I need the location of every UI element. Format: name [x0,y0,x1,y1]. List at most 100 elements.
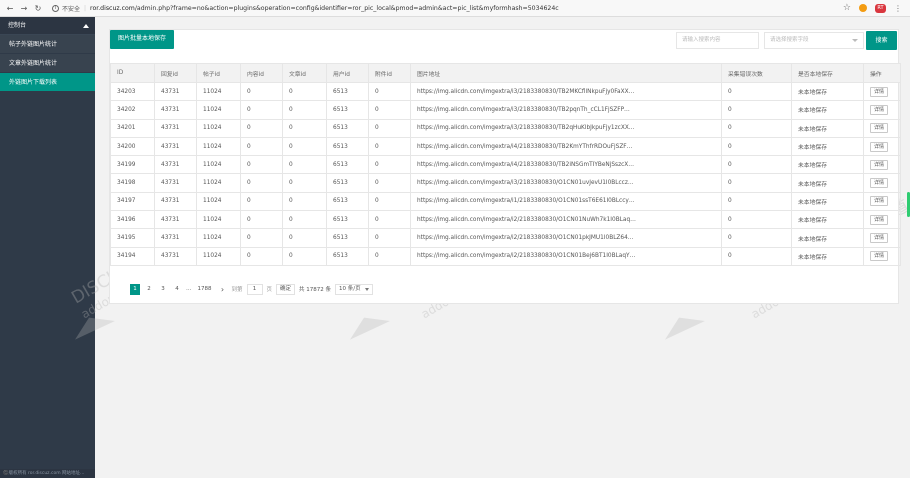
detail-button[interactable]: 详情 [870,196,889,207]
attachment-id-cell: 0 [368,136,411,157]
col-header-thread-id: 帖子id [196,63,241,83]
thread-id-cell: 11024 [196,228,241,248]
image-url-cell: https://img.alicdn.com/imgextra/i4/21833… [410,155,722,175]
attachment-id-cell: 0 [368,118,411,138]
user-id-cell: 6513 [326,173,369,193]
extension-icon[interactable] [859,4,867,12]
detail-button[interactable]: 详情 [870,178,889,189]
image-url-cell: https://img.alicdn.com/imgextra/i2/21833… [410,210,722,230]
goto-page-input[interactable]: 1 [246,283,263,295]
page-button-4[interactable]: 4 [172,284,182,295]
reply-id-cell: 43731 [154,246,197,266]
image-table: ID 回复id 帖子id 内容id 文章id 用户id 附件id 图片地址 采集… [110,63,901,266]
attachment-id-cell: 0 [368,155,411,175]
watermark-logo [659,308,705,340]
search-button[interactable]: 搜索 [866,31,897,50]
sidebar-item-article-images[interactable]: 文章外链图片统计 [0,54,95,73]
reload-icon[interactable]: ↻ [34,4,42,13]
actions-cell: 详情 [863,191,901,212]
reply-id-cell: 43731 [154,191,197,212]
attachment-id-cell: 0 [368,191,411,212]
thread-id-cell: 11024 [196,210,241,230]
error-count-cell: 0 [721,136,792,157]
article-id-cell: 0 [282,136,327,157]
table-header-row: ID 回复id 帖子id 内容id 文章id 用户id 附件id 图片地址 采集… [110,63,901,83]
reply-id-cell: 43731 [154,228,197,248]
id-cell: 34202 [110,100,155,120]
actions-cell: 详情 [863,246,901,266]
error-count-cell: 0 [721,173,792,193]
error-count-cell: 0 [721,155,792,175]
sidebar-item-download-list[interactable]: 外链图片下载列表 [0,73,95,92]
url-host: ror.discuz.com [90,4,135,12]
attachment-id-cell: 0 [368,100,411,120]
detail-button[interactable]: 详情 [870,123,889,134]
page-size-select[interactable]: 10 条/页 [335,283,373,295]
thread-id-cell: 11024 [196,191,241,212]
local-saved-cell: 未本地保存 [791,228,864,248]
user-id-cell: 6513 [326,210,369,230]
goto-confirm-button[interactable]: 确定 [276,283,296,295]
page-button-3[interactable]: 3 [158,284,168,295]
image-url-cell: https://img.alicdn.com/imgextra/i3/21833… [410,100,722,120]
content-id-cell: 0 [240,136,283,157]
address-bar[interactable]: ror.discuz.com/admin.php?frame=no&action… [90,5,559,12]
local-saved-cell: 未本地保存 [791,191,864,212]
forward-arrow-icon[interactable]: → [20,4,28,13]
search-field-select[interactable]: 请选择搜索字段 [764,32,864,49]
table-row: 34197 43731 11024 0 0 6513 0 https://img.alicdn… [110,191,901,212]
id-cell: 34200 [110,136,155,157]
content-id-cell: 0 [240,118,283,138]
detail-button[interactable]: 详情 [870,233,889,244]
back-arrow-icon[interactable]: ← [6,4,14,13]
more-menu-icon[interactable]: ⋮ [894,4,902,13]
content-id-cell: 0 [240,228,283,248]
error-count-cell: 0 [721,210,792,230]
image-url-cell: https://img.alicdn.com/imgextra/i1/21833… [410,191,722,212]
next-page-icon[interactable]: › [218,284,228,295]
table-row: 34195 43731 11024 0 0 6513 0 https://img.alicdn… [110,228,901,248]
thread-id-cell: 11024 [196,81,241,102]
actions-cell: 详情 [863,100,901,120]
sidebar-header[interactable]: 控制台 [0,17,95,35]
table-row: 34198 43731 11024 0 0 6513 0 https://img.alicdn… [110,173,901,193]
browser-toolbar: ← → ↻ i 不安全 | ror.discuz.com/admin.php?fr… [0,0,910,17]
actions-cell: 详情 [863,81,901,102]
page-button-last[interactable]: 1788 [196,284,214,295]
bookmark-star-icon[interactable]: ☆ [843,3,851,13]
batch-save-button[interactable]: 图片批量本地保存 [110,30,175,49]
image-url-cell: https://img.alicdn.com/imgextra/i4/21833… [410,136,722,157]
detail-button[interactable]: 详情 [870,159,889,170]
col-header-local-saved: 是否本地保存 [791,63,864,83]
page-button-2[interactable]: 2 [144,284,154,295]
attachment-id-cell: 0 [368,228,411,248]
page-button-1[interactable]: 1 [130,283,140,295]
security-indicator[interactable]: i 不安全 [52,4,80,13]
content-id-cell: 0 [240,100,283,120]
image-url-cell: https://img.alicdn.com/imgextra/i3/21833… [410,81,722,102]
detail-button[interactable]: 详情 [870,86,889,97]
error-count-cell: 0 [721,228,792,248]
detail-button[interactable]: 详情 [870,104,889,115]
search-input[interactable]: 请输入搜索内容 [676,32,759,49]
local-saved-cell: 未本地保存 [791,81,864,102]
id-cell: 34196 [110,210,155,230]
attachment-id-cell: 0 [368,81,411,102]
attachment-id-cell: 0 [368,173,411,193]
sidebar-item-thread-images[interactable]: 帖子外链图片统计 [0,35,95,54]
id-cell: 34199 [110,155,155,175]
actions-cell: 详情 [863,118,901,138]
profile-avatar[interactable]: RT [875,3,886,13]
detail-button[interactable]: 详情 [870,141,889,152]
actions-cell: 详情 [863,155,901,175]
detail-button[interactable]: 详情 [870,214,889,225]
thread-id-cell: 11024 [196,173,241,193]
user-id-cell: 6513 [326,228,369,248]
sidebar-header-label: 控制台 [8,22,27,29]
user-id-cell: 6513 [326,136,369,157]
reply-id-cell: 43731 [154,81,197,102]
detail-button[interactable]: 详情 [870,251,889,262]
pagination: 1 2 3 4 … 1788 › 到第 1 页 确定 共 17872 条 10 … [130,283,373,295]
content-card: 图片批量本地保存 请输入搜索内容 请选择搜索字段 搜索 ID 回复id 帖子id… [109,29,901,304]
thread-id-cell: 11024 [196,155,241,175]
